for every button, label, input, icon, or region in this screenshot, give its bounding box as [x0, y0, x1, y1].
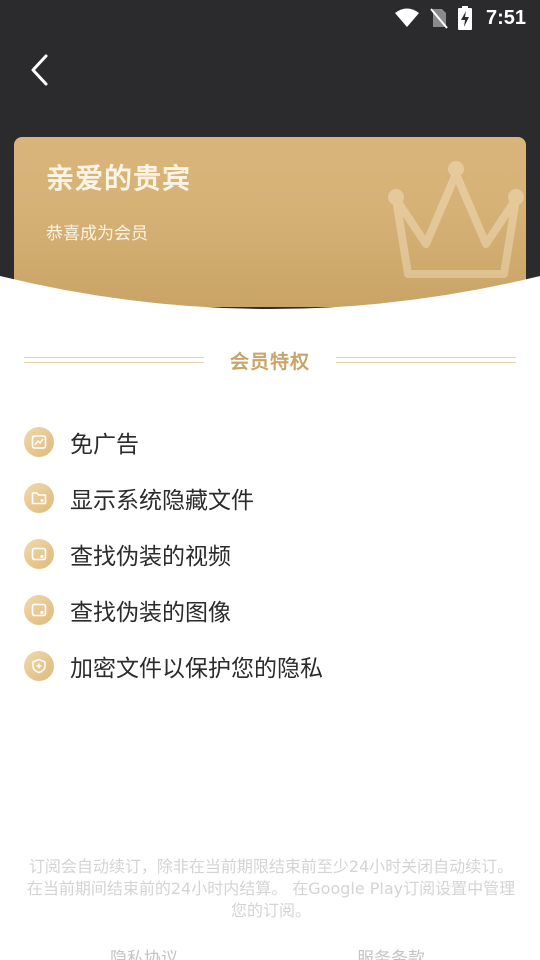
- chevron-left-icon: [28, 52, 52, 92]
- shield-icon: [24, 651, 54, 681]
- crown-icon: [386, 149, 526, 279]
- list-item: 加密文件以保护您的隐私: [24, 638, 524, 694]
- folder-icon: [24, 483, 54, 513]
- terms-of-service-link[interactable]: 服务条款: [357, 944, 425, 960]
- list-item: 查找伪装的图像: [24, 582, 524, 638]
- back-button[interactable]: [20, 52, 60, 92]
- list-item: 免广告: [24, 414, 524, 470]
- status-time: 7:51: [485, 6, 526, 29]
- header-curve: [0, 276, 540, 322]
- feature-label: 免广告: [70, 432, 139, 458]
- list-item: 显示系统隐藏文件: [24, 470, 524, 526]
- image-icon: [24, 595, 54, 625]
- feature-label: 显示系统隐藏文件: [70, 488, 254, 514]
- subscription-notice: 订阅会自动续订，除非在当前期限结束前至少24小时关闭自动续订。 在当前期间结束前…: [26, 857, 516, 920]
- list-item: 查找伪装的视频: [24, 526, 524, 582]
- battery-charging-icon: [457, 6, 472, 30]
- no-sim-icon: [430, 7, 448, 29]
- status-bar: 7:51: [0, 0, 540, 36]
- section-header: 会员特权: [24, 340, 517, 380]
- feature-label: 加密文件以保护您的隐私: [70, 656, 323, 682]
- section-divider-right: [336, 357, 517, 363]
- feature-label: 查找伪装的图像: [70, 600, 231, 626]
- wifi-icon: [394, 8, 420, 28]
- section-title: 会员特权: [230, 350, 311, 373]
- card-subtitle: 恭喜成为会员: [46, 224, 148, 244]
- feature-label: 查找伪装的视频: [70, 544, 231, 570]
- video-icon: [24, 539, 54, 569]
- status-icons: 7:51: [394, 5, 526, 31]
- footer-links: 隐私协议 服务条款: [0, 944, 540, 960]
- feature-list: 免广告 显示系统隐藏文件 查找伪装的视频 查找伪装的图像 加密文件以保护您的隐私: [24, 414, 524, 694]
- no-ads-icon: [24, 427, 54, 457]
- section-divider-left: [24, 357, 204, 363]
- card-title: 亲爱的贵宾: [46, 162, 192, 195]
- privacy-policy-link[interactable]: 隐私协议: [110, 944, 178, 960]
